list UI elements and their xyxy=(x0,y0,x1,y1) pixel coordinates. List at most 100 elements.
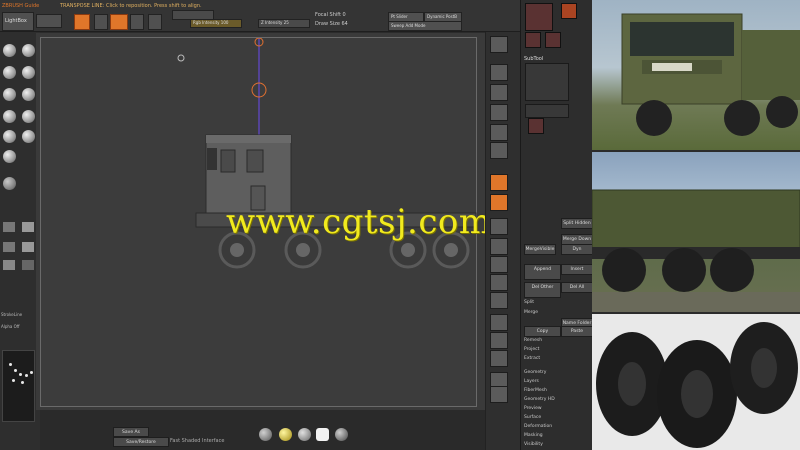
app-title: ZBRUSH Guide xyxy=(2,3,40,9)
move-button[interactable] xyxy=(110,14,128,30)
sweep-mode-button[interactable]: Sweep Add Mode xyxy=(388,21,462,31)
menu-masking[interactable]: Masking xyxy=(524,433,543,438)
menu-layers[interactable]: Layers xyxy=(524,379,539,384)
alpha-dot xyxy=(25,374,28,377)
toyplastic-icon[interactable] xyxy=(335,428,348,441)
selectrect-brush-icon[interactable] xyxy=(3,177,16,190)
merge-visible-button[interactable]: MergeVisible xyxy=(524,244,556,255)
subtool-slot[interactable] xyxy=(525,63,569,101)
rgb-intensity-slider[interactable]: Rgb Intensity 100 xyxy=(190,19,242,28)
delete-button[interactable]: Del Other xyxy=(524,282,561,298)
actual-button[interactable] xyxy=(490,124,508,141)
rotate-view-button[interactable] xyxy=(490,314,508,331)
alpha-dot xyxy=(9,363,12,366)
menu-visibility[interactable]: Visibility xyxy=(524,442,543,447)
dyn-button[interactable]: Dyn xyxy=(561,244,593,255)
aahalf-button[interactable] xyxy=(490,142,508,159)
trimdynamic-brush-icon[interactable] xyxy=(3,110,16,123)
tool-thumbnail-4[interactable] xyxy=(545,32,561,48)
cursor-icon xyxy=(177,54,185,62)
draw-button[interactable] xyxy=(94,14,108,30)
clipcurve-brush-icon[interactable] xyxy=(22,130,35,143)
scale-button[interactable] xyxy=(130,14,144,30)
status-text: Fast Shaded Interface xyxy=(170,438,225,444)
insert-button[interactable]: Insert xyxy=(561,264,593,275)
edit-button[interactable] xyxy=(74,14,90,30)
tool-thumbnail-2[interactable] xyxy=(561,3,577,19)
move-view-button[interactable] xyxy=(490,274,508,291)
bpr-button[interactable] xyxy=(490,36,508,53)
texture-icon[interactable] xyxy=(22,260,34,270)
split-hidden-button[interactable]: Split Hidden xyxy=(561,218,593,229)
reference-photo-truck-side xyxy=(592,152,800,312)
lightbox-button[interactable]: LightBox xyxy=(2,12,34,31)
hpolish-brush-icon[interactable] xyxy=(22,88,35,101)
floor-button[interactable] xyxy=(490,194,508,211)
subtool-header[interactable]: SubTool xyxy=(524,56,543,62)
move-brush-icon[interactable] xyxy=(3,66,16,79)
tool-thumbnail[interactable] xyxy=(525,3,553,31)
lsym-button[interactable] xyxy=(490,238,508,255)
matcap-white-icon[interactable] xyxy=(316,428,329,441)
zoom-button[interactable] xyxy=(490,104,508,121)
spix-button[interactable] xyxy=(490,64,508,81)
alpha-label: Alpha Off xyxy=(1,324,20,329)
transp-button[interactable] xyxy=(490,350,508,367)
alpha-dot xyxy=(14,369,17,372)
scroll-button[interactable] xyxy=(490,84,508,101)
menu-fibermesh[interactable]: FiberMesh xyxy=(524,388,547,393)
inflate-brush-icon[interactable] xyxy=(22,66,35,79)
menu-preview[interactable]: Preview xyxy=(524,406,542,411)
alpha-dot xyxy=(30,371,33,374)
wheel-hub-4 xyxy=(444,243,458,257)
frame-button[interactable] xyxy=(490,256,508,273)
menu-project[interactable]: Project xyxy=(524,347,539,352)
menu-geometry[interactable]: Geometry xyxy=(524,370,546,375)
cab-window xyxy=(220,149,236,173)
dragrect-icon[interactable] xyxy=(22,222,34,232)
scale-view-button[interactable] xyxy=(490,292,508,309)
append-button[interactable]: Append xyxy=(524,264,561,280)
cab-front xyxy=(207,148,217,170)
standard-brush-icon[interactable] xyxy=(3,44,16,57)
curvetube-icon[interactable] xyxy=(3,222,15,232)
menu-split[interactable]: Split xyxy=(524,300,534,305)
paste-button[interactable]: Paste xyxy=(561,326,593,337)
local-button[interactable] xyxy=(490,218,508,235)
pinch-brush-icon[interactable] xyxy=(22,110,35,123)
alpha-preview-panel[interactable] xyxy=(2,350,35,422)
draw-size-slider[interactable]: Draw Size 64 xyxy=(315,21,348,27)
z-intensity-slider[interactable]: Z Intensity 25 xyxy=(258,19,310,28)
skinshade-icon[interactable] xyxy=(279,428,292,441)
menu-geometry-hd[interactable]: Geometry HD xyxy=(524,397,555,402)
menu-deformation[interactable]: Deformation xyxy=(524,424,552,429)
zmodeler-brush-icon[interactable] xyxy=(3,150,16,163)
focal-shift-slider[interactable]: Focal Shift 0 xyxy=(315,12,346,18)
del-all-button[interactable]: Del All xyxy=(561,282,593,293)
truck-front-image xyxy=(621,13,800,136)
menu-merge[interactable]: Merge xyxy=(524,310,538,315)
subtool-slot[interactable] xyxy=(525,104,569,118)
save-as-button[interactable]: Save As xyxy=(113,427,149,437)
menu-remesh[interactable]: Remesh xyxy=(524,338,542,343)
rotate-button[interactable] xyxy=(148,14,162,30)
xpose-button[interactable] xyxy=(490,386,508,403)
subtool-thumbnail[interactable] xyxy=(528,118,544,134)
stroke-icon[interactable] xyxy=(3,242,15,252)
menu-extract[interactable]: Extract xyxy=(524,356,540,361)
snakehook-brush-icon[interactable] xyxy=(3,130,16,143)
dots-stroke-icon[interactable] xyxy=(22,242,34,252)
basic-material-icon[interactable] xyxy=(298,428,311,441)
persp-button[interactable] xyxy=(490,174,508,191)
copy-button[interactable]: Copy xyxy=(524,326,561,337)
save-restore-button[interactable]: Save/Restore xyxy=(113,437,169,447)
matcap-gray-icon[interactable] xyxy=(259,428,272,441)
quicksketch-button[interactable] xyxy=(36,14,62,28)
cab-roof xyxy=(206,135,291,143)
damstandard-brush-icon[interactable] xyxy=(3,88,16,101)
alpha-icon[interactable] xyxy=(3,260,15,270)
claybuildup-brush-icon[interactable] xyxy=(22,44,35,57)
menu-surface[interactable]: Surface xyxy=(524,415,541,420)
tool-thumbnail-3[interactable] xyxy=(525,32,541,48)
polyf-button[interactable] xyxy=(490,332,508,349)
